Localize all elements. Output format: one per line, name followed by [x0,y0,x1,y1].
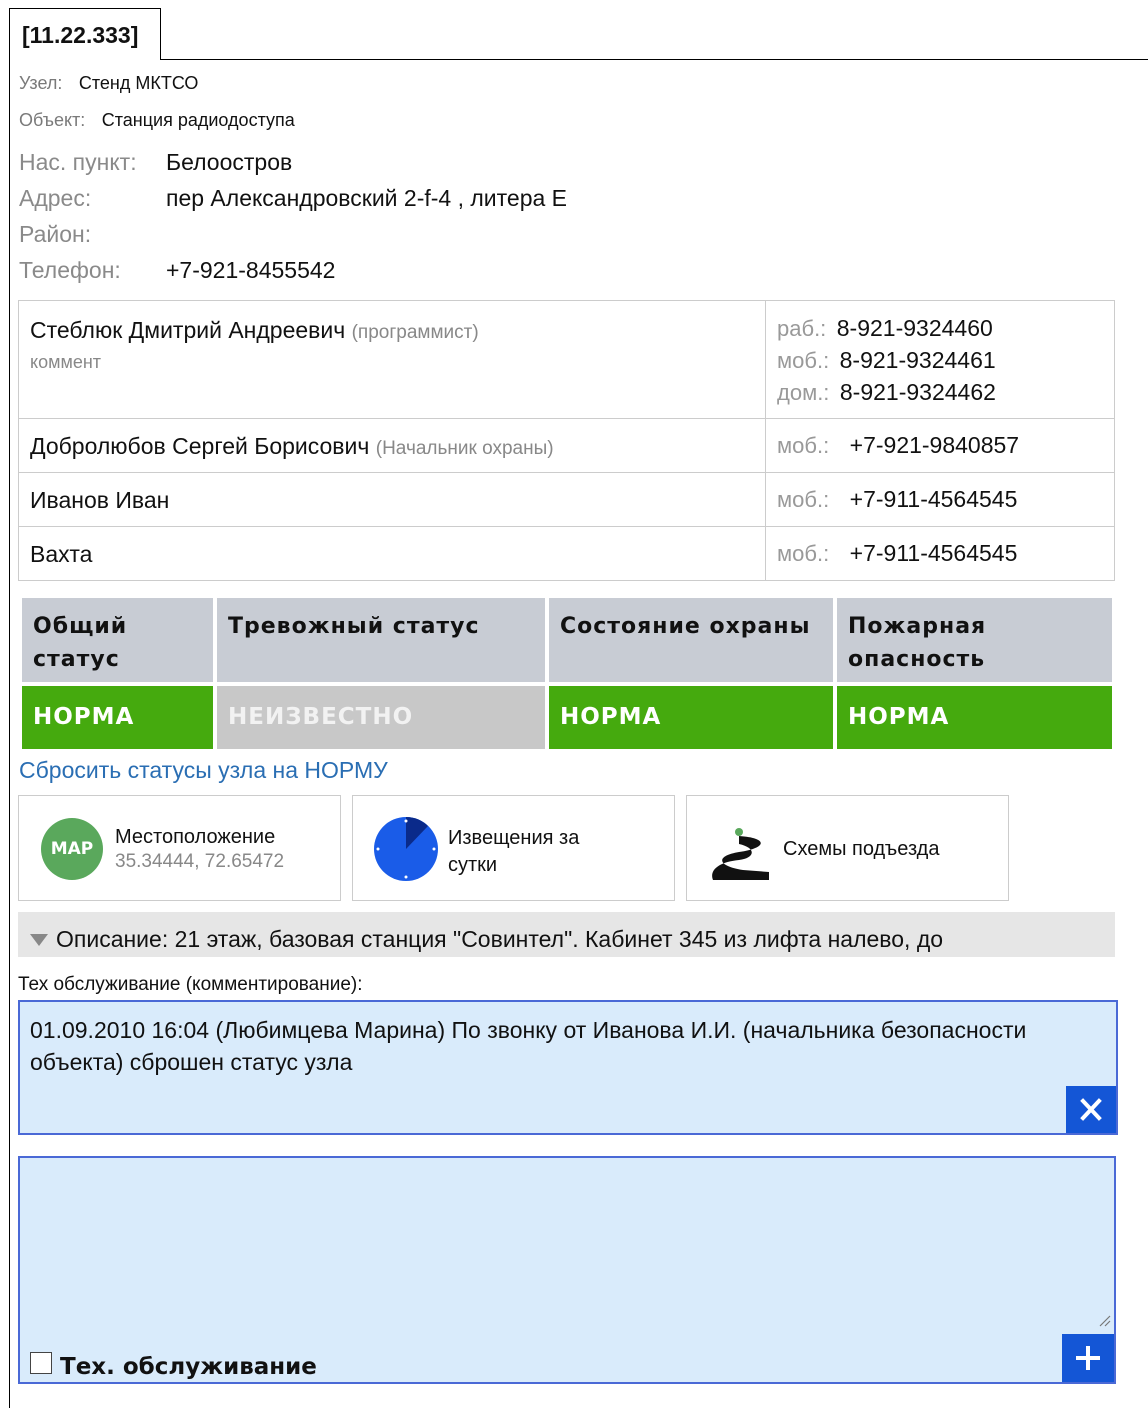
new-comment-field[interactable]: Тех. обслуживание [18,1156,1116,1384]
phone-number: 8-921-9324461 [839,347,996,373]
frame-left-border [9,59,10,1408]
status-value-general: НОРМА [22,686,213,749]
contact-name: Добролюбов Сергей Борисович [30,433,370,459]
phone-type: моб.: [777,487,830,512]
phone-type: моб.: [777,541,830,566]
contact-name-line: Стеблюк Дмитрий Андреевич (программист) [30,317,479,344]
contact-phone[interactable]: моб.: +7-921-9840857 [777,432,1019,459]
notifications-title: Извещения за сутки [448,827,580,876]
plus-icon [1076,1346,1100,1370]
uzel-value: Стенд МКТСО [78,73,199,93]
frame-top-border [161,59,1148,60]
description-bar[interactable]: Описание: 21 этаж, базовая станция "Сови… [18,912,1115,957]
reset-status-link[interactable]: Сбросить статусы узла на НОРМУ [19,757,388,784]
city-value: Белоостров [166,149,293,175]
node-tab[interactable]: [11.22.333] [9,8,161,60]
contacts-table: Стеблюк Дмитрий Андреевич (программист) … [18,300,1115,581]
location-title: Местоположение [115,826,276,848]
contact-name: Вахта [30,541,93,567]
phone-number: 8-921-9324460 [836,315,993,341]
phone-number: +7-911-4564545 [849,486,1018,512]
status-header-fire: Пожарная опасность [837,598,1112,682]
add-comment-button[interactable] [1062,1334,1114,1382]
resize-handle-icon[interactable] [1097,1313,1111,1327]
object-label: Объект: [19,110,86,130]
contact-role: (Начальник охраны) [375,438,554,459]
status-value-fire: НОРМА [837,686,1112,749]
phone-type: моб.: [777,433,830,458]
contact-name: Стеблюк Дмитрий Андреевич [30,317,346,343]
uzel-label: Узел: [19,73,63,93]
schemes-title: Схемы подъезда [783,838,940,860]
address-value: пер Александровский 2-f-4 , литера Е [166,185,568,211]
location-coords: 35.34444, 72.65472 [115,851,285,872]
contact-name: Иванов Иван [30,487,170,513]
status-header-security: Состояние охраны [549,598,833,682]
schemes-tile[interactable]: Схемы подъезда [686,795,1009,901]
map-icon: MAP [41,818,103,880]
maintenance-checkbox[interactable] [30,1352,52,1374]
contact-phone[interactable]: моб.: +7-911-4564545 [777,486,1017,513]
object-value: Станция радиодоступа [101,110,295,130]
location-tile[interactable]: MAP Местоположение 35.34444, 72.65472 [18,795,341,901]
contact-phone[interactable]: раб.: 8-921-9324460 [777,315,993,342]
phone-type: дом.: [777,380,830,405]
description-text: Описание: 21 этаж, базовая станция "Сови… [56,926,944,952]
district-label: Район: [19,221,92,247]
contact-role: (программист) [351,322,479,343]
contact-row: Стеблюк Дмитрий Андреевич (программист) … [19,301,1114,419]
contact-comment: коммент [30,352,102,372]
status-value-alarm: НЕИЗВЕСТНО [217,686,545,749]
city-label: Нас. пункт: [19,149,137,175]
collapse-triangle-icon [30,934,48,946]
phone-number: +7-921-9840857 [849,432,1020,458]
contact-row: Вахта моб.: +7-911-4564545 [19,527,1114,580]
maintenance-label: Тех обслуживание (комментирование): [18,974,363,995]
clock-icon [374,817,438,881]
phone-label: Телефон: [19,257,121,283]
phone-number: 8-921-9324462 [839,379,996,405]
contact-phone[interactable]: моб.: +7-911-4564545 [777,540,1017,567]
object-row: Объект: Станция радиодоступа [19,110,295,131]
notifications-tile[interactable]: Извещения за сутки [352,795,675,901]
phone-type: моб.: [777,348,830,373]
phone-number: +7-911-4564545 [849,540,1018,566]
address-label: Адрес: [19,185,92,211]
status-header-general: Общий статус [22,598,213,682]
status-value-security: НОРМА [549,686,833,749]
contact-phone[interactable]: моб.: 8-921-9324461 [777,347,996,374]
maintenance-comment-text: 01.09.2010 16:04 (Любимцева Марина) По з… [30,1017,1027,1075]
contact-row: Добролюбов Сергей Борисович (Начальник о… [19,419,1114,473]
phone-value[interactable]: +7-921-8455542 [166,257,335,284]
delete-comment-button[interactable] [1066,1086,1116,1133]
road-icon [712,828,769,880]
contact-phone[interactable]: дом.: 8-921-9324462 [777,379,996,406]
status-header-alarm: Тревожный статус [217,598,545,682]
contact-row: Иванов Иван моб.: +7-911-4564545 [19,473,1114,527]
uzel-row: Узел: Стенд МКТСО [19,73,198,94]
close-icon [1080,1098,1102,1121]
maintenance-checkbox-label[interactable]: Тех. обслуживание [60,1354,317,1380]
phone-type: раб.: [777,316,827,341]
contact-name-line: Добролюбов Сергей Борисович (Начальник о… [30,433,554,460]
maintenance-comment: 01.09.2010 16:04 (Любимцева Марина) По з… [18,1000,1118,1135]
